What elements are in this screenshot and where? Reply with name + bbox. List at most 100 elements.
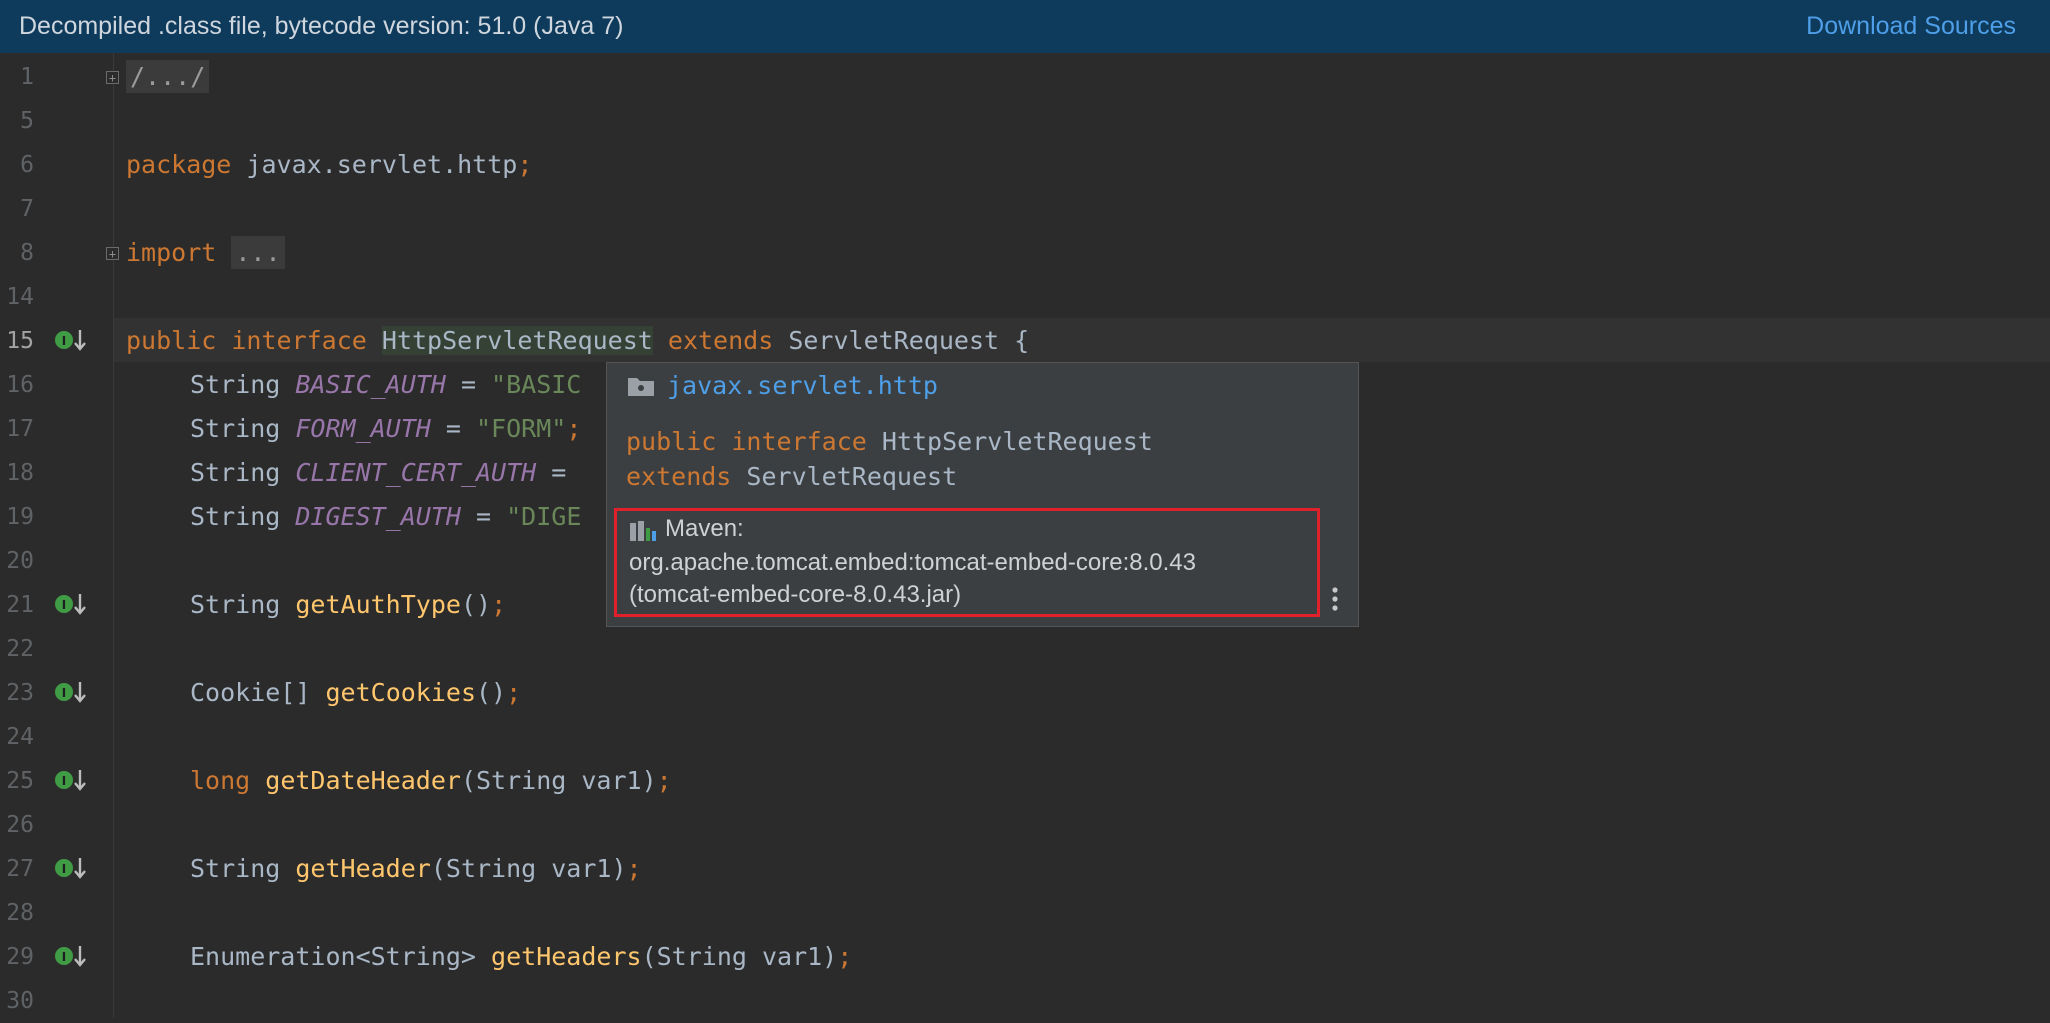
method-name[interactable]: getHeader — [295, 854, 430, 883]
assign: = — [430, 414, 476, 443]
popup-package-link[interactable]: javax.servlet.http — [667, 371, 938, 400]
super-interface[interactable]: ServletRequest — [788, 326, 999, 355]
brace: { — [999, 326, 1030, 355]
svg-text:I: I — [62, 774, 66, 788]
field: FORM_AUTH — [295, 414, 431, 443]
maven-label: Maven: — [665, 515, 744, 542]
line-number: 17 — [6, 416, 34, 442]
semicolon: ; — [491, 590, 507, 619]
type: String — [190, 854, 281, 883]
popup-signature-line-2: extends ServletRequest — [626, 462, 957, 491]
keyword: package — [126, 150, 232, 179]
svg-text:I: I — [62, 686, 66, 700]
line-number: 22 — [6, 636, 34, 662]
implemented-method-icon[interactable]: I — [54, 678, 86, 708]
keyword: extends — [667, 326, 774, 355]
popup-super-link[interactable]: ServletRequest — [746, 462, 957, 491]
code-line-23: Cookie[] getCookies(); — [190, 671, 521, 715]
semicolon: ; — [517, 150, 533, 179]
fold-plus-icon[interactable]: + — [106, 247, 119, 260]
method-name[interactable]: getCookies — [325, 678, 476, 707]
field: DIGEST_AUTH — [295, 502, 461, 531]
more-vertical-icon[interactable] — [1329, 585, 1341, 613]
maven-info-highlight: Maven: org.apache.tomcat.embed:tomcat-em… — [614, 508, 1320, 617]
keyword: long — [190, 766, 251, 795]
package-name: javax.servlet.http — [231, 150, 518, 179]
popup-class-name: HttpServletRequest — [881, 427, 1153, 456]
semicolon: ; — [566, 414, 582, 443]
semicolon: ; — [626, 854, 642, 883]
implemented-method-icon[interactable]: I — [54, 942, 86, 972]
method-name[interactable]: getDateHeader — [265, 766, 461, 795]
class-name[interactable]: HttpServletRequest — [381, 326, 653, 355]
code-line-25: long getDateHeader(String var1); — [190, 759, 672, 803]
code-line-1: /.../ — [126, 55, 210, 99]
banner-message: Decompiled .class file, bytecode version… — [19, 12, 624, 40]
type: String — [190, 458, 281, 487]
keyword: public — [626, 427, 717, 456]
code-line-21: String getAuthType(); — [190, 583, 506, 627]
line-number: 19 — [6, 504, 34, 530]
folded-imports[interactable]: ... — [231, 236, 285, 269]
code-line-27: String getHeader(String var1); — [190, 847, 642, 891]
field: BASIC_AUTH — [295, 370, 446, 399]
params: (String var1) — [430, 854, 627, 883]
method-name[interactable]: getAuthType — [295, 590, 461, 619]
implemented-method-icon[interactable]: I — [54, 766, 86, 796]
implemented-method-icon[interactable]: I — [54, 590, 86, 620]
svg-text:I: I — [62, 598, 66, 612]
line-number: 16 — [6, 372, 34, 398]
line-number: 28 — [6, 900, 34, 926]
line-number: 8 — [20, 240, 34, 266]
semicolon: ; — [506, 678, 522, 707]
string-literal: "DIGE — [506, 502, 582, 531]
package-folder-icon — [628, 377, 654, 396]
semicolon: ; — [656, 766, 672, 795]
code-line-16: String BASIC_AUTH = "BASIC — [190, 363, 581, 407]
line-number: 30 — [6, 988, 34, 1014]
keyword: extends — [626, 462, 732, 491]
params: (String var1) — [460, 766, 657, 795]
assign: = — [460, 502, 507, 531]
svg-text:I: I — [62, 334, 66, 348]
field: CLIENT_CERT_AUTH — [295, 458, 537, 487]
implemented-method-icon[interactable]: I — [54, 326, 86, 356]
keyword: public — [126, 326, 217, 355]
assign: = — [536, 458, 582, 487]
line-number: 7 — [20, 196, 34, 222]
line-number: 14 — [6, 284, 34, 310]
line-number: 1 — [20, 64, 34, 90]
type: Enumeration<String> — [190, 942, 476, 971]
line-number: 6 — [20, 152, 34, 178]
semicolon: ; — [837, 942, 853, 971]
line-number: 24 — [6, 724, 34, 750]
params: () — [476, 678, 507, 707]
type: String — [190, 502, 281, 531]
line-number: 5 — [20, 108, 34, 134]
svg-text:I: I — [62, 862, 66, 876]
svg-text:I: I — [62, 950, 66, 964]
implemented-method-icon[interactable]: I — [54, 854, 86, 884]
keyword: interface — [231, 326, 367, 355]
type: String — [190, 590, 281, 619]
popup-package-row: javax.servlet.http — [627, 371, 938, 400]
string-literal: "FORM" — [476, 414, 567, 443]
maven-jar-name: (tomcat-embed-core-8.0.43.jar) — [629, 581, 962, 608]
library-icon — [630, 521, 656, 541]
code-line-6: package javax.servlet.http; — [126, 143, 532, 187]
code-line-15: public interface HttpServletRequest exte… — [126, 319, 1029, 363]
fold-plus-icon[interactable]: + — [106, 71, 119, 84]
quick-doc-popup: javax.servlet.http public interface Http… — [606, 362, 1359, 627]
code-line-17: String FORM_AUTH = "FORM"; — [190, 407, 581, 451]
download-sources-link[interactable]: Download Sources — [1806, 12, 2016, 41]
keyword: interface — [731, 427, 867, 456]
type: String — [190, 370, 281, 399]
folded-comment[interactable]: /.../ — [126, 60, 210, 93]
maven-coordinates: org.apache.tomcat.embed:tomcat-embed-cor… — [629, 549, 1196, 576]
gutter-separator — [113, 53, 114, 1018]
code-line-8: import ... — [126, 231, 285, 275]
params: () — [460, 590, 492, 619]
code-line-18: String CLIENT_CERT_AUTH = — [190, 451, 581, 495]
line-number: 18 — [6, 460, 34, 486]
method-name[interactable]: getHeaders — [491, 942, 642, 971]
